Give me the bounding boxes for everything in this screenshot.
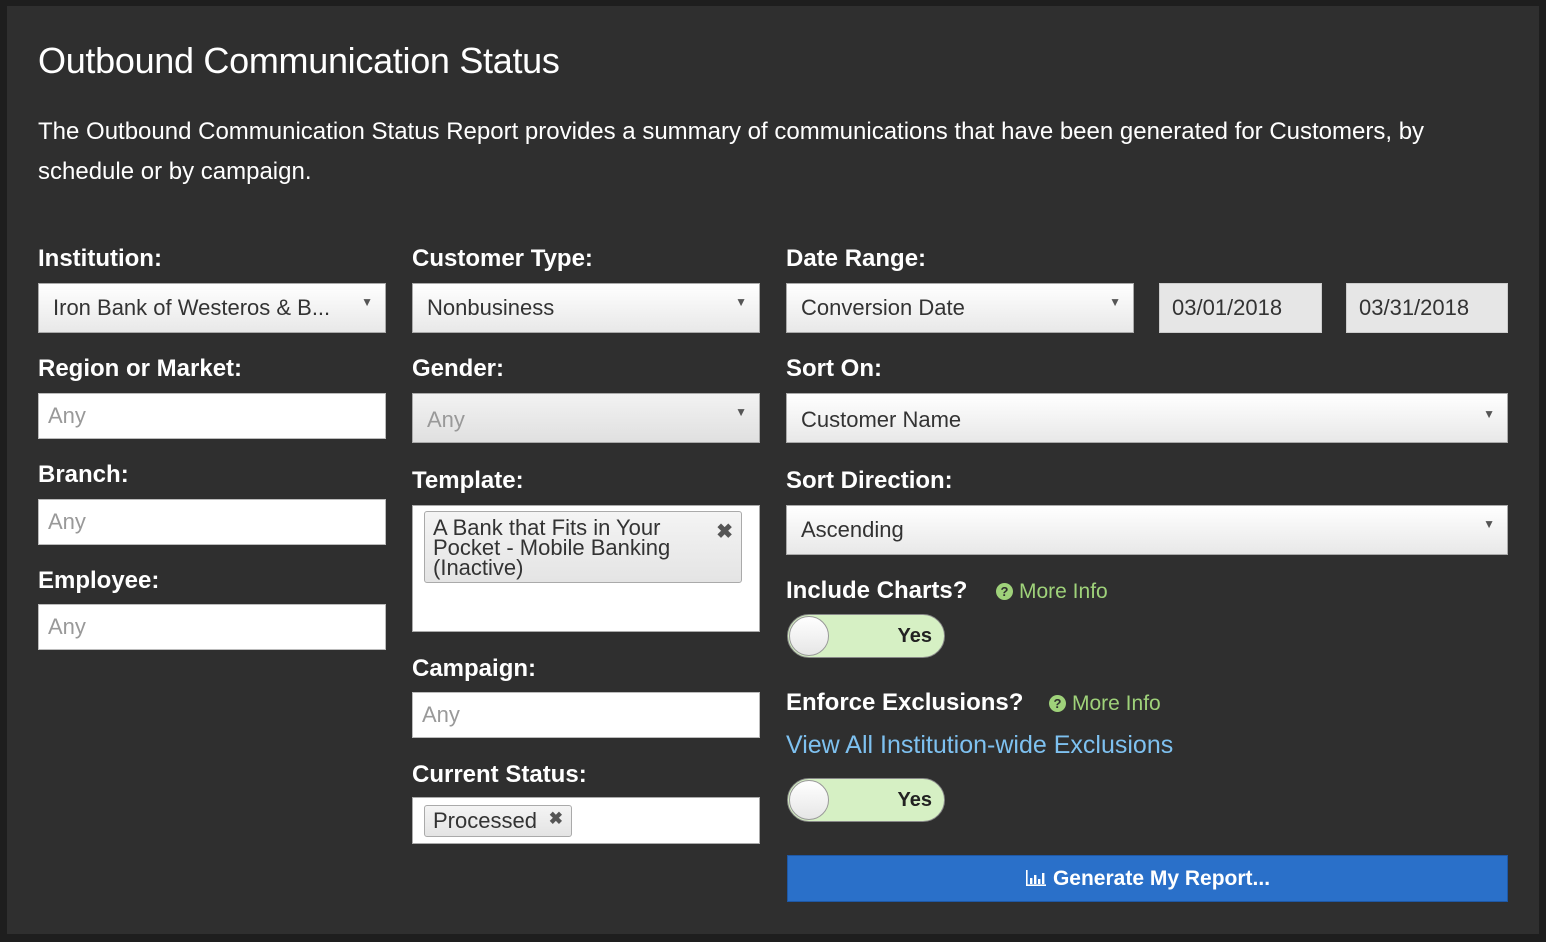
employee-label: Employee:	[38, 567, 160, 594]
current-status-multiselect[interactable]: Processed ✖	[412, 797, 760, 844]
close-icon[interactable]: ✖	[716, 519, 733, 544]
sort-direction-select[interactable]: Ascending ▼	[786, 505, 1508, 555]
enforce-exclusions-toggle[interactable]: Yes	[787, 778, 945, 822]
page-title: Outbound Communication Status	[38, 40, 560, 81]
institution-value: Iron Bank of Westeros & B...	[53, 295, 331, 320]
end-date-input[interactable]: 03/31/2018	[1346, 283, 1508, 333]
sort-direction-value: Ascending	[801, 517, 904, 542]
current-status-label: Current Status:	[412, 761, 587, 788]
enforce-exclusions-label: Enforce Exclusions?	[786, 689, 1024, 716]
toggle-knob	[789, 616, 829, 656]
page-description: The Outbound Communication Status Report…	[38, 118, 1425, 185]
toggle-knob	[789, 780, 829, 820]
sort-on-label: Sort On:	[786, 355, 882, 382]
date-range-type-select[interactable]: Conversion Date ▼	[786, 283, 1134, 333]
enforce-exclusions-more-info[interactable]: ? More Info	[1049, 692, 1161, 716]
institution-select[interactable]: Iron Bank of Westeros & B... ▼	[38, 283, 386, 333]
caret-down-icon: ▼	[1483, 407, 1495, 421]
branch-input[interactable]: Any	[38, 499, 386, 545]
region-label: Region or Market:	[38, 355, 243, 382]
more-info-text: More Info	[1019, 580, 1108, 603]
template-multiselect[interactable]: A Bank that Fits in Your Pocket - Mobile…	[412, 505, 760, 632]
toggle-state-label: Yes	[897, 789, 932, 811]
campaign-input[interactable]: Any	[412, 692, 760, 738]
status-chip-label: Processed	[433, 808, 537, 833]
question-circle-icon: ?	[996, 583, 1013, 600]
customer-type-label: Customer Type:	[412, 245, 593, 272]
branch-label: Branch:	[38, 461, 129, 488]
caret-down-icon: ▼	[361, 295, 373, 309]
institution-label: Institution:	[38, 245, 162, 272]
bar-chart-icon	[1025, 870, 1046, 886]
more-info-text: More Info	[1072, 692, 1161, 715]
gender-select[interactable]: Any ▼	[412, 393, 760, 443]
include-charts-more-info[interactable]: ? More Info	[996, 580, 1108, 604]
campaign-label: Campaign:	[412, 655, 537, 682]
generate-report-button[interactable]: Generate My Report...	[787, 855, 1508, 902]
gender-label: Gender:	[412, 355, 505, 382]
include-charts-toggle[interactable]: Yes	[787, 614, 945, 658]
start-date-input[interactable]: 03/01/2018	[1159, 283, 1322, 333]
template-chip: A Bank that Fits in Your Pocket - Mobile…	[424, 511, 742, 583]
include-charts-label: Include Charts?	[786, 577, 968, 604]
caret-down-icon: ▼	[735, 405, 747, 419]
region-input[interactable]: Any	[38, 393, 386, 439]
template-label: Template:	[412, 467, 524, 494]
date-range-type-value: Conversion Date	[801, 295, 965, 320]
sort-on-value: Customer Name	[801, 407, 962, 432]
template-chip-label: A Bank that Fits in Your Pocket - Mobile…	[433, 515, 671, 580]
customer-type-value: Nonbusiness	[427, 295, 555, 320]
gender-value: Any	[427, 407, 465, 432]
caret-down-icon: ▼	[735, 295, 747, 309]
sort-on-select[interactable]: Customer Name ▼	[786, 393, 1508, 443]
status-chip: Processed ✖	[424, 805, 572, 837]
date-range-label: Date Range:	[786, 245, 927, 272]
toggle-state-label: Yes	[897, 625, 932, 647]
caret-down-icon: ▼	[1109, 295, 1121, 309]
generate-report-label: Generate My Report...	[1052, 867, 1271, 890]
question-circle-icon: ?	[1049, 695, 1066, 712]
close-icon[interactable]: ✖	[549, 809, 563, 829]
caret-down-icon: ▼	[1483, 517, 1495, 531]
view-exclusions-link[interactable]: View All Institution-wide Exclusions	[786, 731, 1173, 760]
sort-direction-label: Sort Direction:	[786, 467, 953, 494]
employee-input[interactable]: Any	[38, 604, 386, 650]
customer-type-select[interactable]: Nonbusiness ▼	[412, 283, 760, 333]
